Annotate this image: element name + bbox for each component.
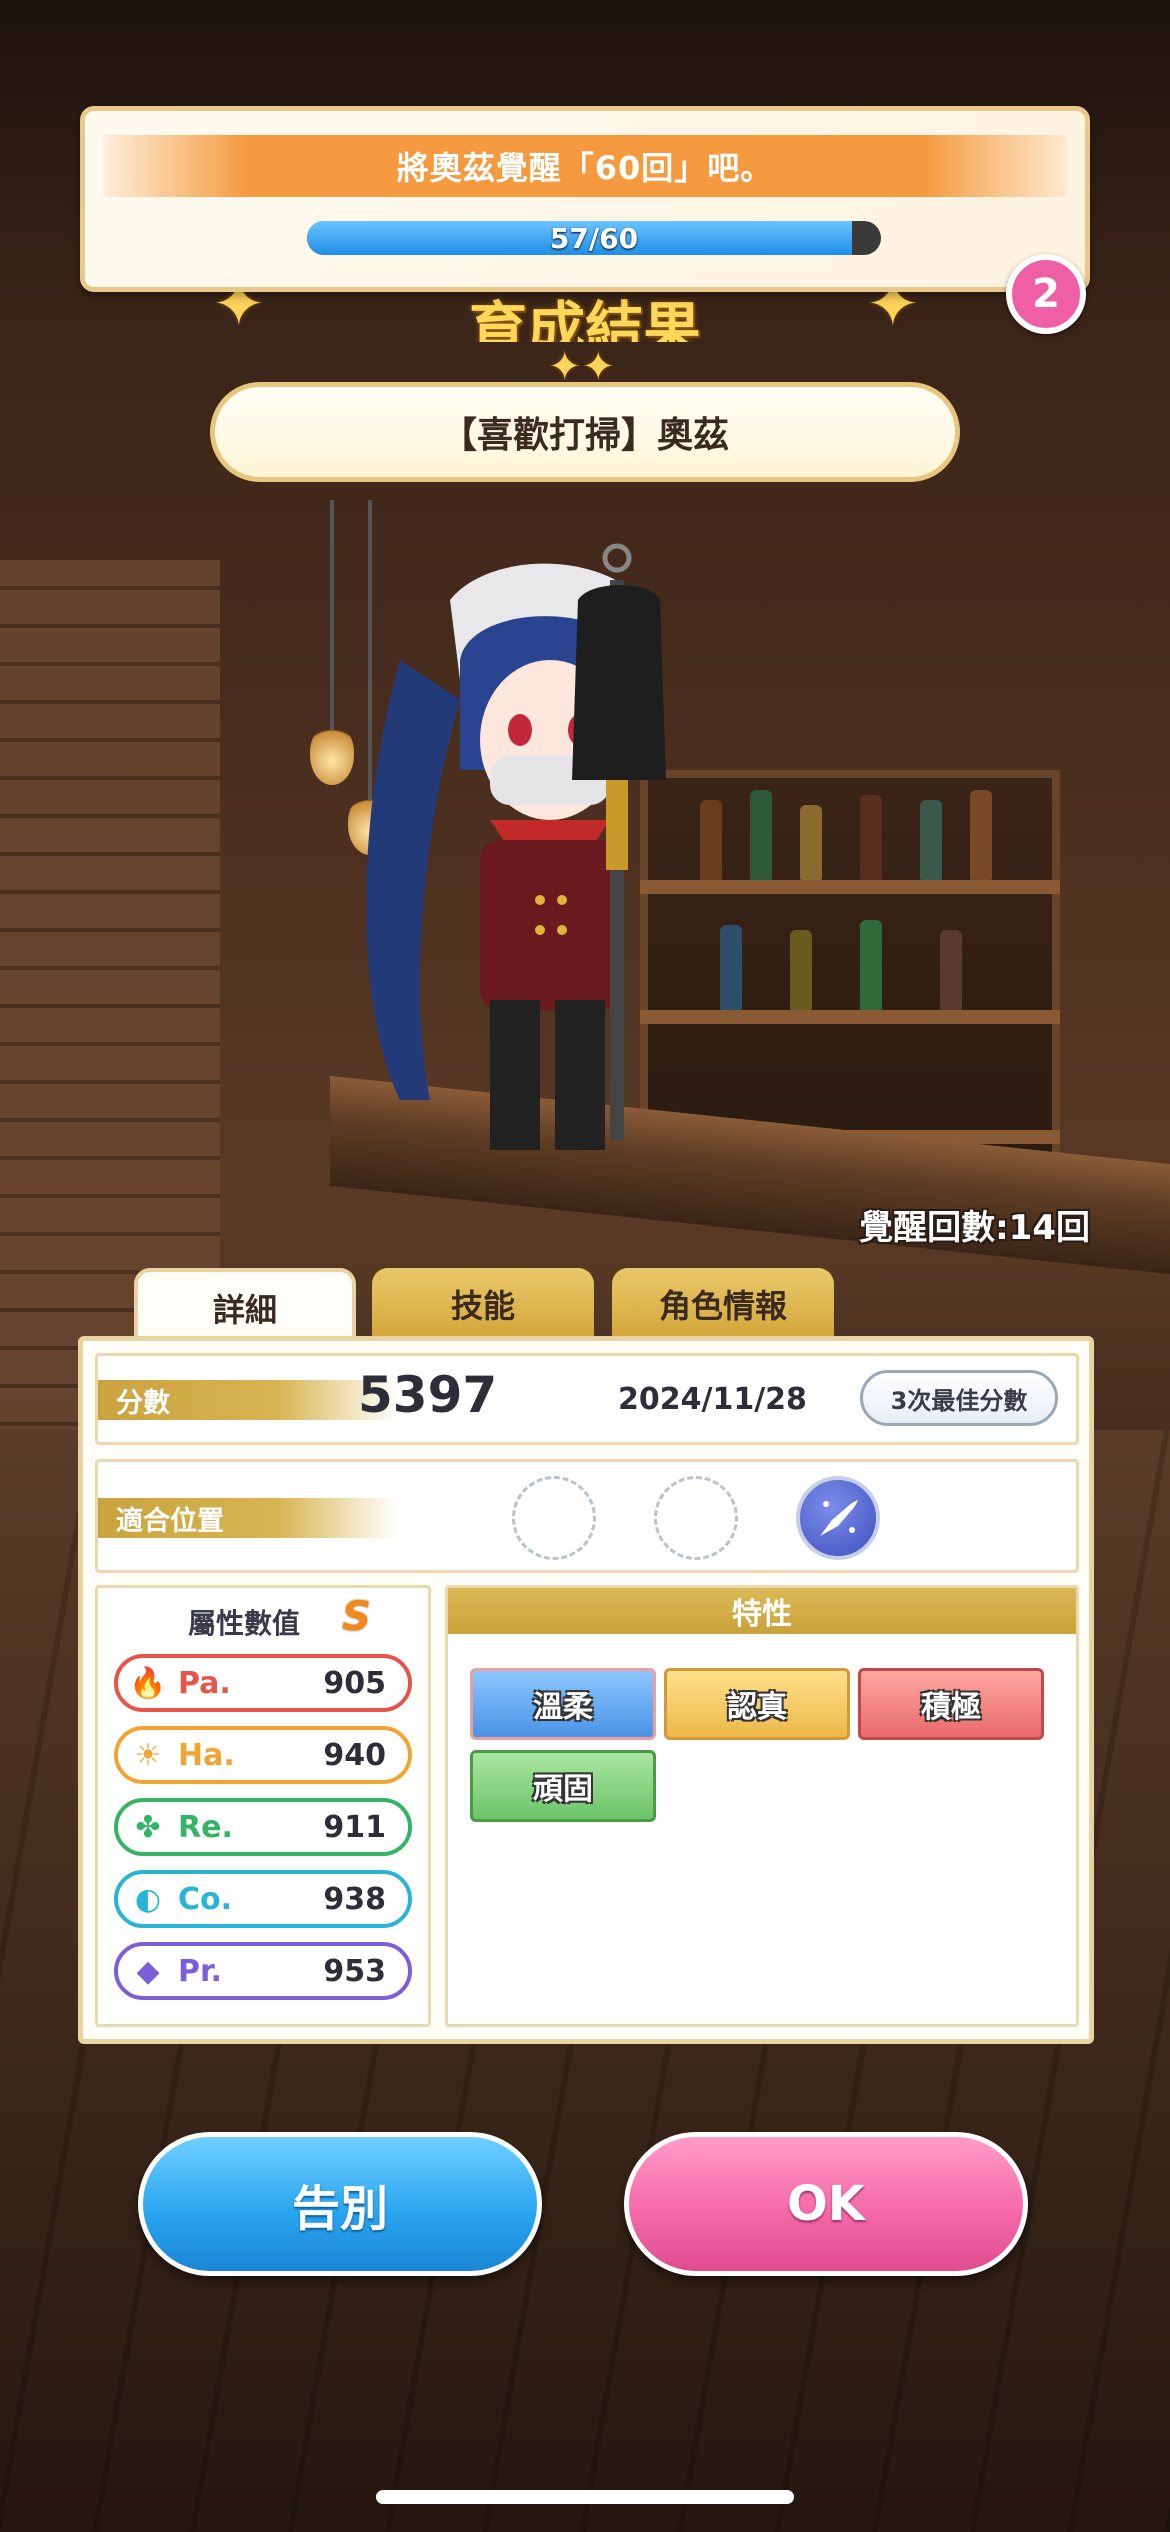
position-label: 適合位置	[98, 1498, 398, 1538]
mission-text: 將奧茲覺醒「60回」吧。	[103, 135, 1067, 197]
character-illustration	[366, 543, 666, 1150]
sun-icon: ☀	[134, 1737, 162, 1773]
position-row: 適合位置	[95, 1459, 1079, 1573]
attribute-value: 940	[323, 1737, 386, 1773]
attribute-rank: S	[342, 1594, 371, 1640]
bottle	[860, 795, 882, 880]
best-score-button[interactable]: 3次最佳分數	[860, 1370, 1058, 1426]
attribute-value: 938	[323, 1881, 386, 1917]
attribute-pa: 🔥 Pa. 905	[114, 1654, 412, 1712]
clover-icon: ✤	[135, 1809, 161, 1845]
trait-title: 特性	[448, 1588, 1076, 1634]
trait-active[interactable]: 積極	[858, 1668, 1044, 1740]
position-slot-active	[796, 1476, 880, 1560]
position-slot-empty	[512, 1476, 596, 1560]
ok-button[interactable]: OK	[624, 2132, 1028, 2276]
mission-progress-bar: 57/60	[307, 221, 881, 255]
farewell-button[interactable]: 告別	[138, 2132, 542, 2276]
bottle	[940, 930, 962, 1010]
tab-skills[interactable]: 技能	[372, 1268, 594, 1340]
score-row: 分數 5397 2024/11/28 3次最佳分數	[95, 1353, 1079, 1445]
trait-gentle[interactable]: 溫柔	[470, 1668, 656, 1740]
planet-icon: ◐	[134, 1881, 162, 1917]
attribute-name: Pa.	[178, 1665, 231, 1701]
position-slot-empty	[654, 1476, 738, 1560]
details-panel: 分數 5397 2024/11/28 3次最佳分數 適合位置 屬性數值 S 🔥 …	[78, 1336, 1094, 2044]
attribute-ha: ☀ Ha. 940	[114, 1726, 412, 1784]
progress-text: 57/60	[549, 221, 639, 255]
attribute-name: Ha.	[178, 1737, 235, 1773]
attribute-value: 905	[323, 1665, 386, 1701]
home-indicator[interactable]	[376, 2490, 794, 2504]
tab-details[interactable]: 詳細	[134, 1268, 356, 1344]
mission-banner[interactable]: 將奧茲覺醒「60回」吧。 57/60	[80, 106, 1090, 292]
bottle	[920, 800, 942, 880]
bottle	[860, 920, 882, 1010]
fire-icon: 🔥	[129, 1665, 167, 1701]
attribute-name: Pr.	[178, 1953, 222, 1989]
attribute-name: Co.	[178, 1881, 233, 1917]
diamond-icon: ◆	[136, 1953, 160, 1989]
attribute-re: ✤ Re. 911	[114, 1798, 412, 1856]
tab-character-info[interactable]: 角色情報	[612, 1268, 834, 1340]
character-name-plate: 【喜歡打掃】奧茲	[210, 382, 960, 482]
score-date: 2024/11/28	[618, 1382, 807, 1417]
trait-serious[interactable]: 認真	[664, 1668, 850, 1740]
bottle	[970, 790, 992, 880]
rocket-icon	[820, 1500, 858, 1536]
attribute-box: 屬性數值 S 🔥 Pa. 905 ☀ Ha. 940 ✤ Re. 911 ◐ C…	[95, 1585, 431, 2027]
awaken-count: 覺醒回數:14回	[859, 1208, 1090, 1248]
attribute-name: Re.	[178, 1809, 233, 1845]
attribute-value: 953	[323, 1953, 386, 1989]
trait-box: 特性 溫柔 認真 積極 頑固	[445, 1585, 1079, 2027]
attribute-pr: ◆ Pr. 953	[114, 1942, 412, 2000]
attribute-title: 屬性數值	[188, 1607, 301, 1640]
mission-count-badge: 2	[1006, 254, 1086, 334]
score-label: 分數	[98, 1380, 398, 1420]
attribute-co: ◐ Co. 938	[114, 1870, 412, 1928]
lamp-cord	[330, 500, 334, 730]
attribute-value: 911	[323, 1809, 386, 1845]
score-value: 5397	[358, 1366, 498, 1424]
trait-stubborn[interactable]: 頑固	[470, 1750, 656, 1822]
